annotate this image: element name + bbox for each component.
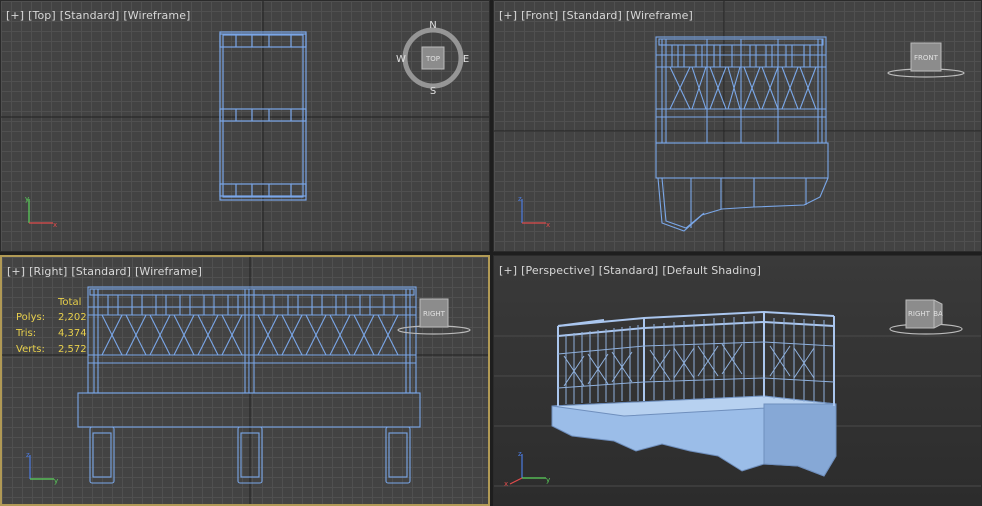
stats-row-polys: Polys: 2,202 bbox=[16, 312, 87, 323]
front-cube-label: FRONT bbox=[914, 54, 939, 62]
stats-header: Total bbox=[58, 297, 82, 308]
balcony-mesh bbox=[551, 310, 837, 477]
viewport-front-label[interactable]: [+] [Front] [Standard] [Wireframe] bbox=[499, 9, 697, 22]
compass-n: N bbox=[429, 20, 436, 31]
perspective-shaded-model: RIGHT BA z y x bbox=[494, 299, 981, 488]
view-cube-perspective[interactable]: RIGHT BA bbox=[889, 299, 963, 335]
svg-text:y: y bbox=[546, 476, 550, 484]
svg-text:z: z bbox=[518, 450, 522, 458]
viewport-right-label[interactable]: [+] [Right] [Standard] [Wireframe] bbox=[7, 265, 206, 278]
viewport-perspective[interactable]: RIGHT BA z y x [+] [Perspective] [Standard… bbox=[493, 255, 982, 506]
compass-s: S bbox=[430, 86, 436, 97]
front-rail-mesh bbox=[655, 36, 829, 232]
front-wireframe: FRONT z x bbox=[494, 1, 981, 251]
view-cube-right[interactable]: RIGHT bbox=[397, 298, 471, 335]
viewport-top-label[interactable]: [+] [Top] [Standard] [Wireframe] bbox=[6, 9, 194, 22]
persp-cube-label-side: BA bbox=[933, 310, 943, 318]
svg-text:y: y bbox=[25, 195, 29, 203]
viewport-perspective-label[interactable]: [+] [Perspective] [Standard] [Default Shadi… bbox=[499, 264, 765, 277]
top-cube-label: TOP bbox=[425, 55, 440, 63]
axis-gizmo-right: z y bbox=[26, 451, 58, 485]
compass-e: E bbox=[463, 54, 469, 65]
axis-gizmo-perspective: z y x bbox=[504, 450, 550, 488]
top-wireframe: TOP N S E W y x bbox=[1, 1, 489, 251]
view-cube-front[interactable]: FRONT bbox=[887, 42, 965, 78]
svg-text:y: y bbox=[54, 477, 58, 485]
svg-text:x: x bbox=[546, 221, 550, 229]
svg-text:x: x bbox=[53, 221, 57, 229]
axis-gizmo-front: z x bbox=[518, 195, 550, 229]
viewport-front[interactable]: FRONT z x [+] [Front] [Standard] [Wireframe… bbox=[493, 0, 982, 252]
viewport-right[interactable]: RIGHT z y [+] [Right] [Standard] [Wireframe… bbox=[0, 255, 490, 506]
stats-row-verts: Verts: 2,572 bbox=[16, 344, 87, 355]
compass[interactable]: TOP N S E W bbox=[396, 20, 469, 97]
svg-text:x: x bbox=[504, 480, 508, 488]
compass-w: W bbox=[396, 54, 406, 65]
axis-gizmo-top: y x bbox=[25, 195, 57, 229]
right-rail-mesh bbox=[77, 286, 421, 484]
svg-text:z: z bbox=[518, 195, 522, 203]
right-cube-label: RIGHT bbox=[423, 310, 446, 318]
persp-cube-label: RIGHT bbox=[908, 310, 931, 318]
stats-row-tris: Tris: 4,374 bbox=[16, 328, 87, 339]
svg-text:z: z bbox=[26, 451, 30, 459]
viewport-top[interactable]: TOP N S E W y x [+] [Top] [Standard] [Wiref… bbox=[0, 0, 490, 252]
right-wireframe: RIGHT z y bbox=[2, 257, 488, 504]
